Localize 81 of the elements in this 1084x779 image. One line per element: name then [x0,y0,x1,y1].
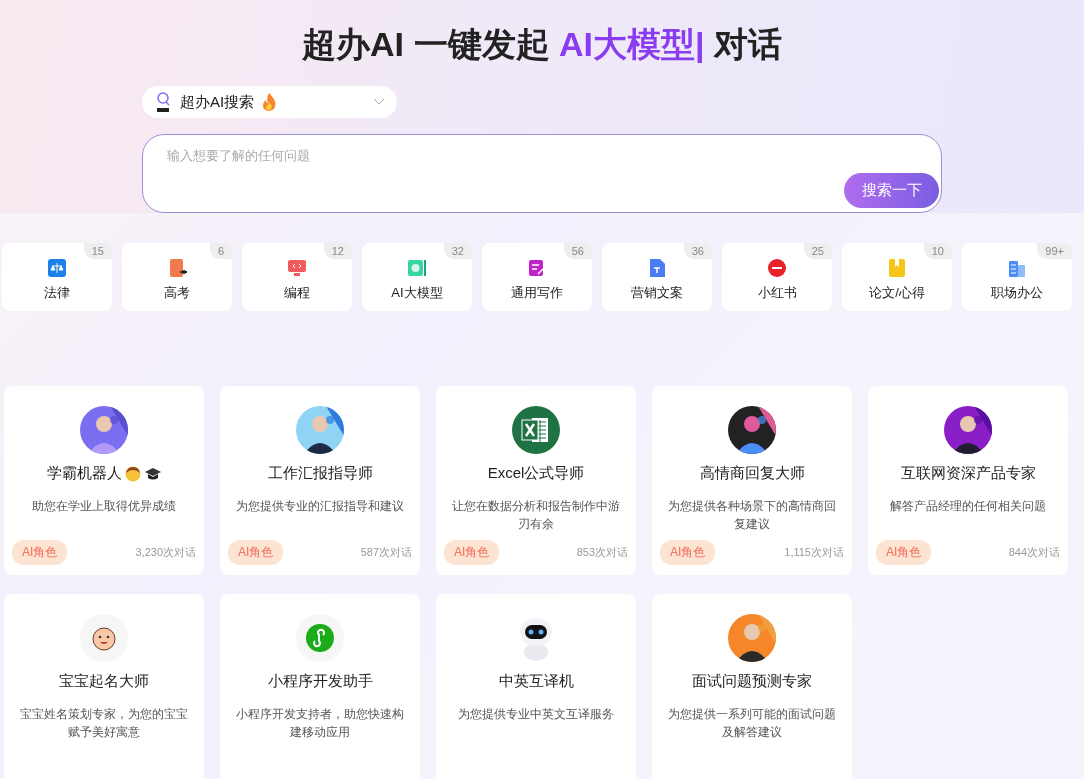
chat-count: 587次对话 [360,545,412,560]
magnifier-icon [154,91,172,113]
chat-count: 1,115次对话 [784,545,844,560]
role-tag: AI角色 [444,540,500,565]
scale-icon [47,258,67,278]
category-card[interactable]: 法律 15 [2,243,112,311]
role-tag: AI角色 [12,540,68,565]
assistant-description: 为您提供一系列可能的面试问题及解答建议 [667,707,837,740]
model-select[interactable]: 超办AI搜索 [142,86,397,118]
chat-count: 844次对话 [1008,545,1060,560]
category-card[interactable]: 论文/心得 10 [842,243,952,311]
bookmark-icon [887,258,907,278]
assistant-description: 为您提供专业的汇报指导和建议 [236,499,404,514]
assistant-title: 工作汇报指导师 [267,464,373,483]
assistant-title: 高情商回复大师 [699,464,805,483]
assistant-title: 中英互译机 [498,672,574,691]
assistant-description: 小程序开发支持者，助您快速构建移动应用 [235,707,405,740]
building-icon [1007,258,1027,278]
count-badge: 15 [83,243,112,259]
assistant-description: 让您在数据分析和报告制作中游刃有余 [451,499,621,532]
count-badge: 36 [683,243,712,259]
count-badge: 32 [443,243,472,259]
link-icon [296,614,344,662]
chat-count: 853次对话 [576,545,628,560]
search-field[interactable]: 输入想要了解的任何问题 搜索一下 [142,134,942,213]
count-badge: 56 [563,243,592,259]
category-label: 论文/心得 [869,284,925,302]
assistant-description: 解答产品经理的任何相关问题 [890,499,1046,514]
assistant-title: 小程序开发助手 [267,672,373,691]
category-label: 通用写作 [511,284,563,302]
category-label: 高考 [164,284,190,302]
category-label: 营销文案 [631,284,683,302]
assistant-title: Excel公式导师 [487,464,585,483]
category-card[interactable]: 营销文案 36 [602,243,712,311]
category-label: 职场办公 [991,284,1043,302]
assistant-card[interactable]: 宝宝起名大师 宝宝姓名策划专家，为您的宝宝赋予美好寓意 [4,594,204,779]
count-badge: 10 [923,243,952,259]
role-tag: AI角色 [660,540,716,565]
assistant-card[interactable]: 小程序开发助手 小程序开发支持者，助您快速构建移动应用 [220,594,420,779]
category-label: 编程 [284,284,310,302]
assistant-title: 面试问题预测专家 [692,672,812,691]
category-label: 小红书 [757,284,797,302]
category-card[interactable]: 高考 6 [122,243,232,311]
assistant-card[interactable]: 高情商回复大师 为您提供各种场景下的高情商回复建议 AI角色 1,115次对话 [652,386,852,575]
chat-count: 3,230次对话 [135,545,196,560]
category-card[interactable]: 小红书 25 [722,243,832,311]
chevron-down-icon [373,98,385,106]
count-badge: 99+ [1037,243,1072,259]
assistant-title: 互联网资深产品专家 [900,464,1036,483]
monitor-icon [287,258,307,278]
assistant-card[interactable]: Excel公式导师 让您在数据分析和报告制作中游刃有余 AI角色 853次对话 [436,386,636,575]
assistant-description: 宝宝姓名策划专家，为您的宝宝赋予美好寓意 [19,707,189,740]
category-card[interactable]: 编程 12 [242,243,352,311]
search-button[interactable]: 搜索一下 [844,173,939,208]
role-tag: AI角色 [228,540,284,565]
category-card[interactable]: AI大模型 32 [362,243,472,311]
excel-icon [512,406,560,454]
count-badge: 6 [209,243,232,259]
assistant-title: 宝宝起名大师 [59,672,149,691]
assistant-card[interactable]: 中英互译机 为您提供专业中英文互译服务 [436,594,636,779]
doc-icon [647,258,667,278]
count-badge: 25 [803,243,832,259]
graduation-cap-icon [143,466,162,481]
assistant-card[interactable]: 面试问题预测专家 为您提供一系列可能的面试问题及解答建议 [652,594,852,779]
category-label: AI大模型 [391,284,443,302]
flame-icon [262,93,277,111]
assistant-card[interactable]: 互联网资深产品专家 解答产品经理的任何相关问题 AI角色 844次对话 [868,386,1068,575]
assistant-card[interactable]: 工作汇报指导师 为您提供专业的汇报指导和建议 AI角色 587次对话 [220,386,420,575]
assistant-card[interactable]: 学霸机器人 助您在学业上取得优异成绩 AI角色 3,230次对话 [4,386,204,575]
category-card[interactable]: 通用写作 56 [482,243,592,311]
assistant-description: 为您提供各种场景下的高情商回复建议 [667,499,837,532]
baby-face-icon [80,614,128,662]
count-badge: 12 [323,243,352,259]
role-tag: AI角色 [876,540,932,565]
category-label: 法律 [44,284,70,302]
category-card[interactable]: 职场办公 99+ [962,243,1072,311]
assistant-description: 为您提供专业中英文互译服务 [458,707,614,722]
page-title: 超办AI 一键发起 AI大模型| 对话 [302,24,782,65]
assistant-description: 助您在学业上取得优异成绩 [32,499,176,514]
book-icon [167,258,187,278]
assistant-title: 学霸机器人 [46,464,122,483]
